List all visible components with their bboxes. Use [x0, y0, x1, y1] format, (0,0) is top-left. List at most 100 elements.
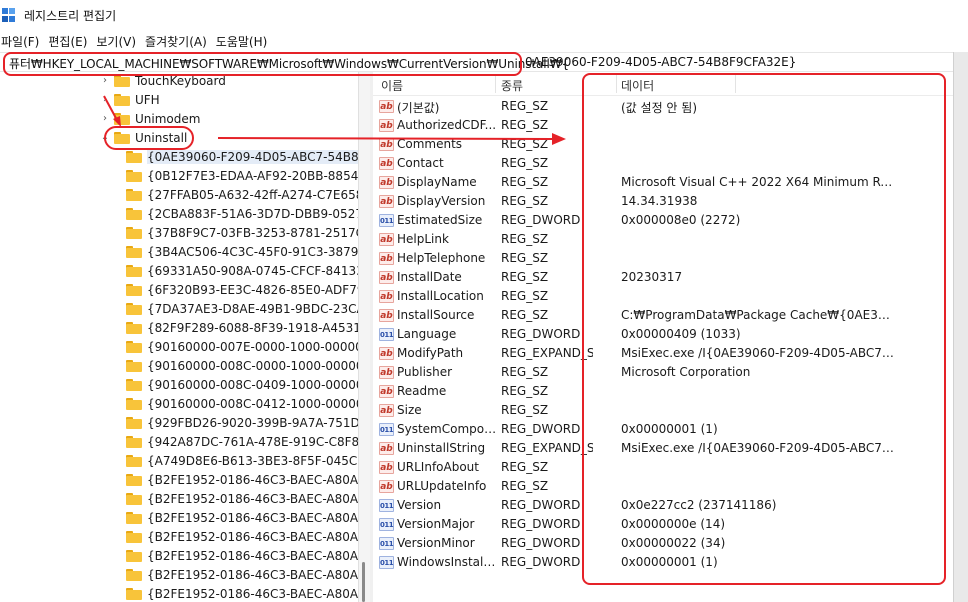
value-row[interactable]: ab InstallSource REG_SZ C:₩ProgramData₩Pack… [373, 306, 953, 325]
column-separator[interactable] [735, 75, 736, 93]
value-data: 0x00000001 (1) [621, 555, 718, 569]
value-row[interactable]: 011 EstimatedSize REG_DWORD 0x000008e0 (227… [373, 211, 953, 230]
value-row[interactable]: 011 VersionMinor REG_DWORD 0x00000022 (34) [373, 534, 953, 553]
column-separator[interactable] [616, 75, 617, 93]
tree-scrollbar[interactable] [358, 72, 370, 602]
menu-help[interactable]: 도움말(H) [215, 33, 276, 50]
address-bar[interactable]: 퓨터₩HKEY_LOCAL_MACHINE₩SOFTWARE₩Microsoft… [0, 52, 968, 72]
value-row[interactable]: ab InstallLocation REG_SZ [373, 287, 953, 306]
tree-item-selected[interactable]: {0AE39060-F209-4D05-ABC7-54B8F [126, 147, 358, 166]
value-row[interactable]: ab Publisher REG_SZ Microsoft Corporation [373, 363, 953, 382]
tree-item[interactable]: {B2FE1952-0186-46C3-BAEC-A80AA [126, 546, 358, 565]
tree-item[interactable]: {90160000-008C-0000-1000-000000 [126, 356, 358, 375]
tree-item[interactable]: {69331A50-908A-0745-CFCF-84133 [126, 261, 358, 280]
address-path[interactable]: 퓨터₩HKEY_LOCAL_MACHINE₩SOFTWARE₩Microsoft… [9, 55, 569, 72]
value-data: MsiExec.exe /I{0AE39060-F209-4D05-ABC7-5… [621, 441, 896, 455]
tree-item[interactable]: {6F320B93-EE3C-4826-85E0-ADF79F [126, 280, 358, 299]
string-value-icon: ab [379, 309, 394, 322]
tree-item[interactable]: {7DA37AE3-D8AE-49B1-9BDC-23CA [126, 299, 358, 318]
tree-item[interactable]: {B2FE1952-0186-46C3-BAEC-A80AA [126, 470, 358, 489]
column-name-header[interactable]: 이름 [381, 77, 403, 94]
registry-tree[interactable]: › TouchKeyboard › UFH › Unimodem ⌄ Uninstall {0A… [0, 72, 358, 602]
tree-scroll-thumb[interactable] [362, 562, 365, 602]
value-row[interactable]: ab URLInfoAbout REG_SZ [373, 458, 953, 477]
tree-item[interactable]: › UFH [100, 90, 160, 109]
menu-view[interactable]: 보기(V) [95, 33, 144, 50]
menu-edit[interactable]: 편집(E) [47, 33, 95, 50]
value-type: REG_SZ [501, 118, 549, 132]
expand-chevron-icon[interactable]: › [100, 113, 110, 124]
tree-item[interactable]: {A749D8E6-B613-3BE3-8F5F-045C84 [126, 451, 358, 470]
menu-file[interactable]: 파일(F) [0, 33, 47, 50]
value-row[interactable]: 011 VersionMajor REG_DWORD 0x0000000e (14) [373, 515, 953, 534]
tree-item[interactable]: {90160000-008C-0412-1000-000000 [126, 394, 358, 413]
string-value-icon: ab [379, 404, 394, 417]
dword-value-icon: 011 [379, 423, 394, 436]
tree-item[interactable]: {B2FE1952-0186-46C3-BAEC-A80AA [126, 489, 358, 508]
string-value-icon: ab [379, 138, 394, 151]
column-separator[interactable] [495, 75, 496, 93]
tree-item[interactable]: › TouchKeyboard [100, 72, 226, 90]
value-row[interactable]: ab InstallDate REG_SZ 20230317 [373, 268, 953, 287]
value-row[interactable]: ab ModifyPath REG_EXPAND_SZ MsiExec.exe /I{… [373, 344, 953, 363]
tree-item[interactable]: {82F9F289-6088-8F39-1918-A45315 [126, 318, 358, 337]
value-row[interactable]: ab Contact REG_SZ [373, 154, 953, 173]
expand-chevron-icon[interactable]: › [100, 94, 110, 105]
folder-icon [126, 150, 142, 163]
value-row[interactable]: ab Size REG_SZ [373, 401, 953, 420]
value-name: Version [397, 498, 442, 512]
tree-item[interactable]: {3B4AC506-4C3C-45F0-91C3-387901 [126, 242, 358, 261]
value-name: HelpTelephone [397, 251, 486, 265]
value-row[interactable]: ab DisplayName REG_SZ Microsoft Visual C++ … [373, 173, 953, 192]
expand-chevron-icon[interactable]: ⌄ [100, 132, 110, 143]
value-type: REG_SZ [501, 99, 549, 113]
tree-item[interactable]: ⌄ Uninstall [100, 128, 188, 147]
value-row[interactable]: ab URLUpdateInfo REG_SZ [373, 477, 953, 496]
folder-icon [126, 302, 142, 315]
tree-item[interactable]: {27FFAB05-A632-42ff-A274-C7E658 [126, 185, 358, 204]
value-data: 0x000008e0 (2272) [621, 213, 741, 227]
tree-item[interactable]: {2CBA883F-51A6-3D7D-DBB9-0527I [126, 204, 358, 223]
tree-item-label: {0B12F7E3-EDAA-AF92-20BB-885401 [147, 168, 358, 183]
value-row[interactable]: 011 SystemCompon... REG_DWORD 0x00000001 (1… [373, 420, 953, 439]
value-row[interactable]: ab HelpTelephone REG_SZ [373, 249, 953, 268]
value-row[interactable]: 011 Version REG_DWORD 0x0e227cc2 (237141186… [373, 496, 953, 515]
value-type: REG_SZ [501, 289, 549, 303]
value-type: REG_DWORD [501, 536, 581, 550]
column-type-header[interactable]: 종류 [501, 77, 523, 94]
value-row[interactable]: 011 WindowsInstaller REG_DWORD 0x00000001 (… [373, 553, 953, 572]
dword-value-icon: 011 [379, 518, 394, 531]
tree-item[interactable]: {B2FE1952-0186-46C3-BAEC-A80AA [126, 565, 358, 584]
tree-item[interactable]: {B2FE1952-0186-46C3-BAEC-A80AA [126, 508, 358, 527]
folder-icon [126, 397, 142, 410]
value-type: REG_SZ [501, 251, 549, 265]
column-data-header[interactable]: 데이터 [621, 77, 654, 94]
string-value-icon: ab [379, 480, 394, 493]
value-row[interactable]: ab UninstallString REG_EXPAND_SZ MsiExec.ex… [373, 439, 953, 458]
address-path-key[interactable]: 0AE39060-F209-4D05-ABC7-54B8F9CFA32E} [525, 55, 796, 69]
value-data: 20230317 [621, 270, 683, 284]
value-row[interactable]: ab AuthorizedCDF... REG_SZ [373, 116, 953, 135]
value-row[interactable]: 011 Language REG_DWORD 0x00000409 (1033) [373, 325, 953, 344]
expand-chevron-icon[interactable]: › [100, 75, 110, 86]
values-list[interactable]: 이름 종류 데이터 ab (기본값) REG_SZ (값 설정 안 됨) ab Autho… [373, 72, 953, 602]
value-data: 0x00000001 (1) [621, 422, 718, 436]
folder-icon [126, 435, 142, 448]
value-row[interactable]: ab (기본값) REG_SZ (값 설정 안 됨) [373, 97, 953, 116]
value-row[interactable]: ab DisplayVersion REG_SZ 14.34.31938 [373, 192, 953, 211]
tree-item[interactable]: {90160000-007E-0000-1000-000000 [126, 337, 358, 356]
value-name: DisplayName [397, 175, 477, 189]
tree-item[interactable]: › Unimodem [100, 109, 200, 128]
tree-item[interactable]: {B2FE1952-0186-46C3-BAEC-A80AA [126, 527, 358, 546]
value-row[interactable]: ab Comments REG_SZ [373, 135, 953, 154]
value-row[interactable]: ab HelpLink REG_SZ [373, 230, 953, 249]
dword-value-icon: 011 [379, 556, 394, 569]
tree-item[interactable]: {929FBD26-9020-399B-9A7A-751D6 [126, 413, 358, 432]
tree-item[interactable]: {942A87DC-761A-478E-919C-C8F81 [126, 432, 358, 451]
tree-item[interactable]: {37B8F9C7-03FB-3253-8781-2517C9 [126, 223, 358, 242]
tree-item[interactable]: {0B12F7E3-EDAA-AF92-20BB-885401 [126, 166, 358, 185]
tree-item[interactable]: {B2FE1952-0186-46C3-BAEC-A80AA [126, 584, 358, 602]
tree-item[interactable]: {90160000-008C-0409-1000-000000 [126, 375, 358, 394]
value-row[interactable]: ab Readme REG_SZ [373, 382, 953, 401]
menu-favorites[interactable]: 즐겨찾기(A) [144, 33, 215, 50]
